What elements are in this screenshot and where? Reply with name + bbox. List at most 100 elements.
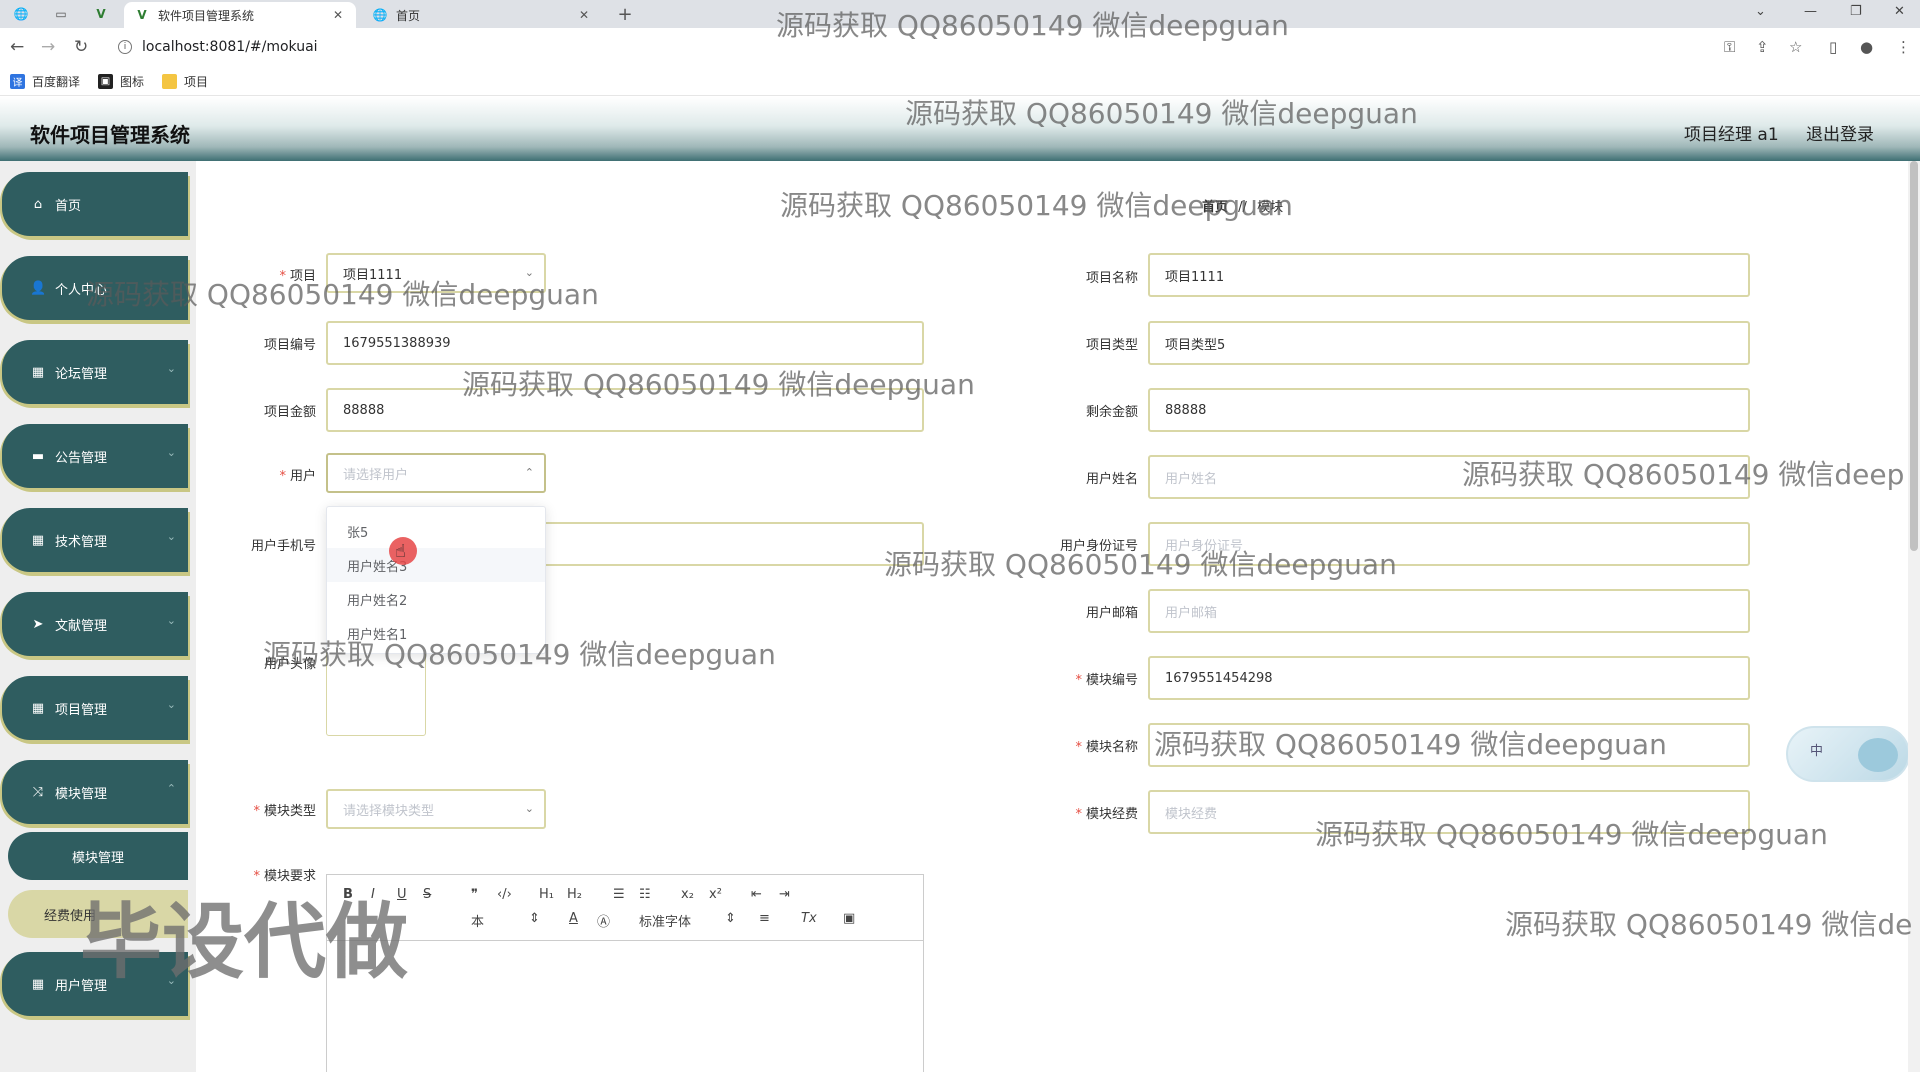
bookmark-project[interactable]: 项目 [162,73,208,90]
module-type-select[interactable]: 请选择模块类型 ⌄ [326,789,546,829]
sidebar-item-module[interactable]: ⤨ 模块管理 ⌃ [2,760,188,824]
close-tab-icon[interactable]: ✕ [330,8,346,22]
side-panel-icon[interactable]: ▯ [1829,38,1837,56]
profile-icon[interactable]: ● [1860,38,1873,56]
vue-tab-icon[interactable]: V [88,4,114,24]
ordered-list-icon[interactable]: ☰ [613,887,625,902]
sidebar-item-literature[interactable]: ➤ 文献管理 ⌄ [2,592,188,656]
bullet-list-icon[interactable]: ☷ [639,887,651,902]
subscript-icon[interactable]: x₂ [681,887,694,902]
chevron-up-icon: ⌃ [166,782,176,795]
url-text: localhost:8081/#/mokuai [142,39,318,55]
restore-icon[interactable]: ❐ [1850,4,1862,19]
bold-icon[interactable]: B [343,887,353,902]
forward-icon[interactable]: → [41,37,55,57]
code-icon[interactable]: ‹/› [497,887,512,902]
sidebar-item-forum[interactable]: ▦ 论坛管理 ⌄ [2,340,188,404]
url-field[interactable]: i localhost:8081/#/mokuai [108,33,1728,61]
breadcrumb-current: 模块 [1257,200,1284,215]
sidebar-item-home[interactable]: ⌂ 首页 [2,172,188,236]
page-scrollbar[interactable] [1908,161,1920,1072]
sidebar-sub-label: 模块管理 [71,850,124,866]
user-option[interactable]: 用户姓名1 [327,616,545,650]
project-name-label: 项目名称 [1085,271,1138,286]
superscript-icon[interactable]: x² [709,887,722,902]
project-type-field[interactable]: 项目类型5 [1148,321,1750,365]
italic-icon[interactable]: I [371,887,375,902]
quote-icon[interactable]: ❞ [471,887,478,902]
clear-format-icon[interactable]: Tx [801,911,817,926]
blank-tab-icon[interactable]: ▭ [48,4,74,24]
project-amount-label: 项目金额 [263,405,316,420]
module-code-field[interactable]: 1679551454298 [1148,656,1750,700]
rich-text-editor[interactable]: B I U S ❞ ‹/› H₁ H₂ ☰ ☷ x₂ x² ⇤ ⇥ 本 ⇕ A … [326,874,924,1072]
remain-amount-field[interactable]: 88888 [1148,388,1750,432]
share-icon[interactable]: ⇪ [1756,38,1769,56]
monitor-icon: ▬ [31,448,45,464]
project-name-field[interactable]: 项目1111 [1148,253,1750,297]
outdent-icon[interactable]: ⇤ [751,887,762,902]
minimize-icon[interactable]: — [1804,4,1817,19]
user-email-field[interactable]: 用户邮箱 [1148,589,1750,633]
project-amount-field[interactable]: 88888 [326,388,924,432]
indent-icon[interactable]: ⇥ [779,887,790,902]
module-fee-field[interactable]: 模块经费 [1148,790,1750,834]
user-label: * 用户 [279,469,316,484]
new-tab-icon[interactable]: + [612,4,638,25]
close-window-icon[interactable]: ✕ [1894,4,1905,19]
tab-home[interactable]: 🌐 首页 ✕ [362,2,602,28]
scrollbar-thumb[interactable] [1910,161,1918,551]
remain-amount-label: 剩余金额 [1085,405,1138,420]
font-color-icon[interactable]: A [569,911,578,926]
reload-icon[interactable]: ↻ [74,37,88,57]
user-option[interactable]: 用户姓名2 [327,582,545,616]
bookmark-baidu-translate[interactable]: 译 百度翻译 [10,73,80,90]
module-name-field[interactable] [1148,723,1750,767]
bookmark-label: 百度翻译 [32,75,81,89]
project-select[interactable]: 项目1111 ⌄ [326,253,546,293]
h1-icon[interactable]: H₁ [539,887,554,902]
tab-software-project[interactable]: V 软件项目管理系统 ✕ [124,2,356,28]
module-fee-label: * 模块经费 [1075,807,1138,822]
logout-link[interactable]: 退出登录 [1806,120,1874,145]
browser-tab-strip: 🌐 ▭ V V 软件项目管理系统 ✕ 🌐 首页 ✕ + ⌄ — ❐ ✕ [0,0,1920,28]
user-option[interactable]: 张5 [327,514,545,548]
user-name-field[interactable]: 用户姓名 [1148,455,1750,499]
background-color-icon[interactable]: Ⓐ [597,911,610,930]
editor-toolbar: B I U S ❞ ‹/› H₁ H₂ ☰ ☷ x₂ x² ⇤ ⇥ 本 ⇕ A … [327,875,923,941]
app-title: 软件项目管理系统 [30,123,190,147]
sidebar-item-user[interactable]: ▦ 用户管理 ⌄ [2,952,188,1016]
h2-icon[interactable]: H₂ [567,887,582,902]
font-size-select[interactable]: 本 [471,911,484,930]
sidebar-item-profile[interactable]: 👤 个人中心 [2,256,188,320]
back-icon[interactable]: ← [10,37,24,57]
close-tab-icon[interactable]: ✕ [576,8,592,22]
user-select[interactable]: 请选择用户 ⌃ [326,453,546,493]
image-icon[interactable]: ▣ [843,911,855,926]
id-card-field[interactable]: 用户身份证号 [1148,522,1750,566]
sidebar-item-tech[interactable]: ▦ 技术管理 ⌄ [2,508,188,572]
chevron-down-icon: ⌄ [524,802,534,815]
user-option[interactable]: 用户姓名3 [327,548,545,582]
chevron-down-icon: ⌄ [166,614,176,627]
star-icon[interactable]: ☆ [1789,38,1802,56]
sidebar-item-notice[interactable]: ▬ 公告管理 ⌄ [2,424,188,488]
sidebar-sub-fund-usage[interactable]: 经费使用 [8,890,188,938]
breadcrumb-home[interactable]: 首页 [1202,200,1228,215]
key-icon[interactable]: ⚿ [1724,38,1735,56]
sidebar-item-project[interactable]: ▦ 项目管理 ⌄ [2,676,188,740]
font-family-select[interactable]: 标准字体 [639,911,691,930]
chevron-down-icon: ⌄ [524,266,534,279]
grid-icon: ▦ [31,364,45,380]
strike-icon[interactable]: S [423,887,431,902]
sidebar-sub-module-manage[interactable]: 模块管理 [8,832,188,880]
tab-search-icon[interactable]: ⌄ [1755,4,1766,19]
bookmark-icons[interactable]: ▣ 图标 [98,73,144,90]
menu-dots-icon[interactable]: ⋮ [1896,38,1911,56]
project-code-field[interactable]: 1679551388939 [326,321,924,365]
globe-icon[interactable]: 🌐 [8,4,34,24]
align-icon[interactable]: ≡ [759,911,770,926]
ime-floating-widget[interactable]: 中 [1786,726,1910,782]
underline-icon[interactable]: U [397,887,407,902]
site-info-icon[interactable]: i [118,40,132,54]
